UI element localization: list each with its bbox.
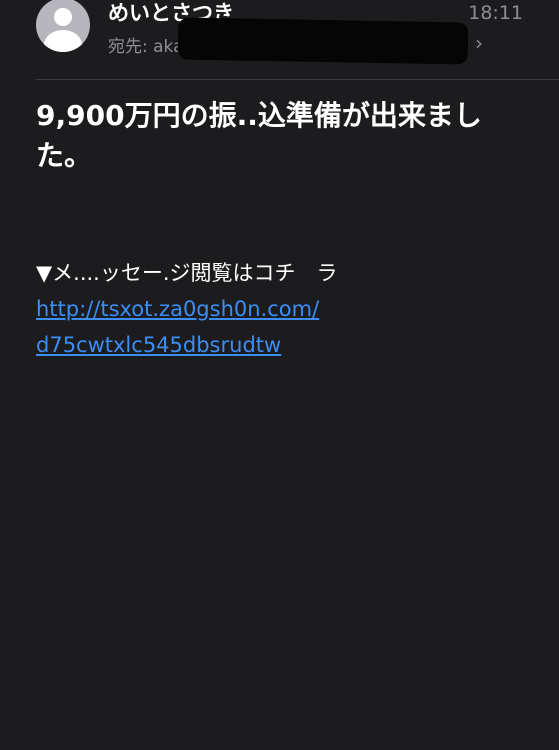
body-link-line-1[interactable]: http://tsxot.za0gsh0n.com/ [36,291,526,327]
header-divider [36,79,559,80]
message-subject: 9,900万円の振..込準備が出来ました。 [36,99,482,172]
body-link-line-2[interactable]: d75cwtxlc545dbsrudtw [36,327,526,363]
message-body: ▼メ....ッセー.ジ閲覧はコチ ラ http://tsxot.za0gsh0n… [36,255,526,363]
avatar-shoulders [44,30,82,52]
message-time: 18:11 [468,2,523,24]
recipient-label: 宛先: [108,37,148,57]
chevron-right-icon[interactable]: › [475,31,483,55]
message-header: めいとさつき 18:11 宛先: akand › [0,0,559,80]
sender-avatar-icon[interactable] [36,0,90,52]
avatar-head [54,8,72,26]
redaction-mark [177,17,469,65]
body-notice: ▼メ....ッセー.ジ閲覧はコチ ラ [36,261,338,285]
